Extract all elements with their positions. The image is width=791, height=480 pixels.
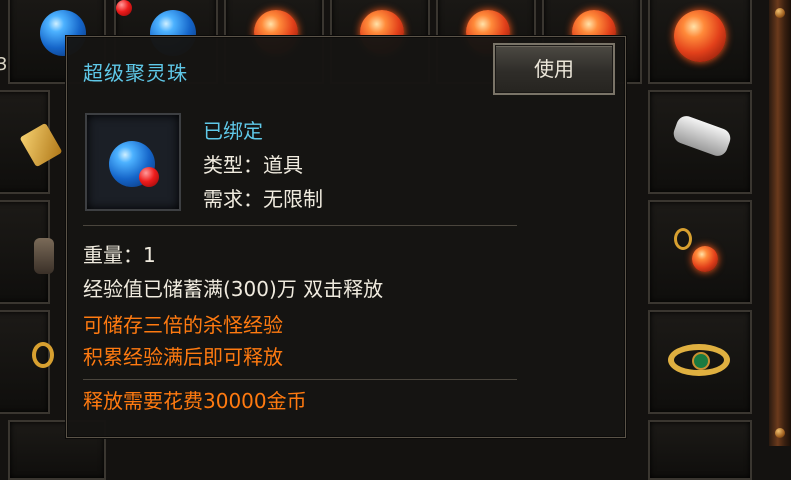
- inventory-slot[interactable]: [648, 420, 752, 480]
- weight-label: 重量：: [83, 243, 143, 267]
- window-frame: [769, 0, 791, 446]
- inventory-slot[interactable]: [648, 200, 752, 304]
- silver-bracelet-icon: [670, 113, 734, 159]
- dark-pot-icon: [34, 238, 54, 274]
- type-row: 类型：道具: [203, 149, 303, 178]
- weight-value: 1: [143, 243, 156, 267]
- cost-text: 释放需要花费30000金币: [83, 389, 307, 413]
- description-line-1: 可储存三倍的杀怪经验: [83, 313, 283, 337]
- inventory-slot[interactable]: [648, 310, 752, 414]
- red-dot-icon: [139, 167, 159, 187]
- weight-row: 重量：1: [83, 239, 156, 268]
- rivet-icon: [775, 8, 785, 18]
- divider: [83, 379, 517, 380]
- divider: [83, 225, 517, 226]
- slot-count-text: 3: [0, 54, 8, 75]
- requirement-label: 需求：: [203, 187, 263, 211]
- requirement-value: 无限制: [263, 187, 323, 211]
- description-line-2: 积累经验满后即可释放: [83, 345, 283, 369]
- red-orb-icon: [674, 10, 726, 62]
- item-name: 超级聚灵珠: [83, 61, 188, 85]
- item-icon-slot: [85, 113, 181, 211]
- gold-scroll-icon: [19, 122, 63, 168]
- type-label: 类型：: [203, 153, 263, 177]
- bound-status: 已绑定: [203, 119, 263, 143]
- green-gem-icon: [692, 352, 710, 370]
- item-tooltip: 超级聚灵珠 使用 已绑定 类型：道具 需求：无限制 重量：1 经验值已储蓄满(3…: [66, 36, 626, 438]
- type-value: 道具: [263, 153, 303, 177]
- inventory-slot[interactable]: [648, 0, 752, 84]
- requirement-row: 需求：无限制: [203, 183, 323, 212]
- gold-chain-icon: [674, 228, 692, 250]
- gold-ring-icon: [32, 342, 54, 368]
- rivet-icon: [775, 428, 785, 438]
- use-button[interactable]: 使用: [493, 43, 615, 95]
- inventory-slot[interactable]: [648, 90, 752, 194]
- inventory-slot[interactable]: [0, 310, 54, 414]
- exp-status-text: 经验值已储蓄满(300)万 双击释放: [83, 277, 384, 301]
- gold-amulet-icon: [692, 246, 718, 272]
- red-dot-icon: [116, 0, 132, 16]
- inventory-slot[interactable]: [0, 200, 54, 304]
- inventory-slot[interactable]: [0, 90, 63, 194]
